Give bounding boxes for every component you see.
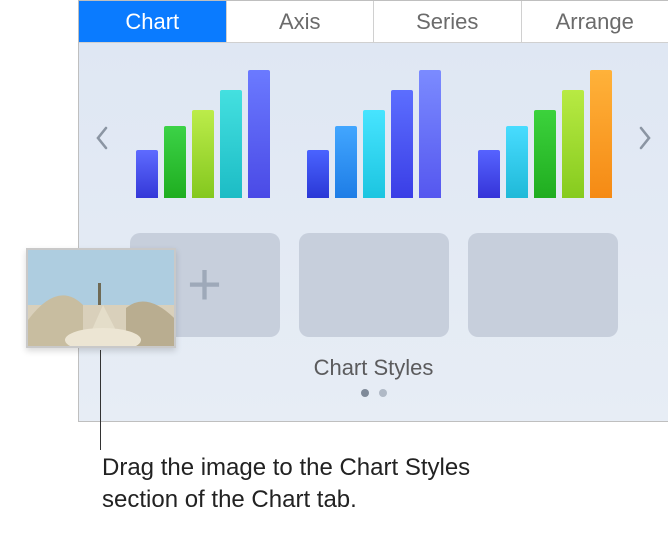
- callout-text: Drag the image to the Chart Styles secti…: [102, 452, 532, 517]
- page-dot[interactable]: [379, 389, 387, 397]
- chart-style-thumbs: [117, 68, 630, 208]
- chart-styles-carousel: [79, 43, 668, 233]
- chevron-left-icon[interactable]: [87, 126, 117, 150]
- tab-bar: Chart Axis Series Arrange: [79, 1, 668, 43]
- page-dots: [79, 389, 668, 397]
- section-title: Chart Styles: [79, 355, 668, 381]
- chart-style-thumb[interactable]: [128, 68, 278, 208]
- plus-icon: +: [187, 255, 222, 315]
- format-panel: Chart Axis Series Arrange: [78, 0, 668, 422]
- chart-style-slot[interactable]: [299, 233, 449, 337]
- chevron-right-icon[interactable]: [630, 126, 660, 150]
- tab-axis[interactable]: Axis: [227, 1, 375, 42]
- chart-style-slot[interactable]: [468, 233, 618, 337]
- tab-arrange[interactable]: Arrange: [522, 1, 668, 42]
- callout-leader-line: [100, 350, 101, 450]
- tab-chart[interactable]: Chart: [79, 1, 227, 42]
- tab-series[interactable]: Series: [374, 1, 522, 42]
- chart-style-thumb[interactable]: [470, 68, 620, 208]
- dragged-image-thumbnail[interactable]: [26, 248, 176, 348]
- chart-styles-area: + Chart Styles: [79, 43, 668, 421]
- chart-style-thumb[interactable]: [299, 68, 449, 208]
- page-dot[interactable]: [361, 389, 369, 397]
